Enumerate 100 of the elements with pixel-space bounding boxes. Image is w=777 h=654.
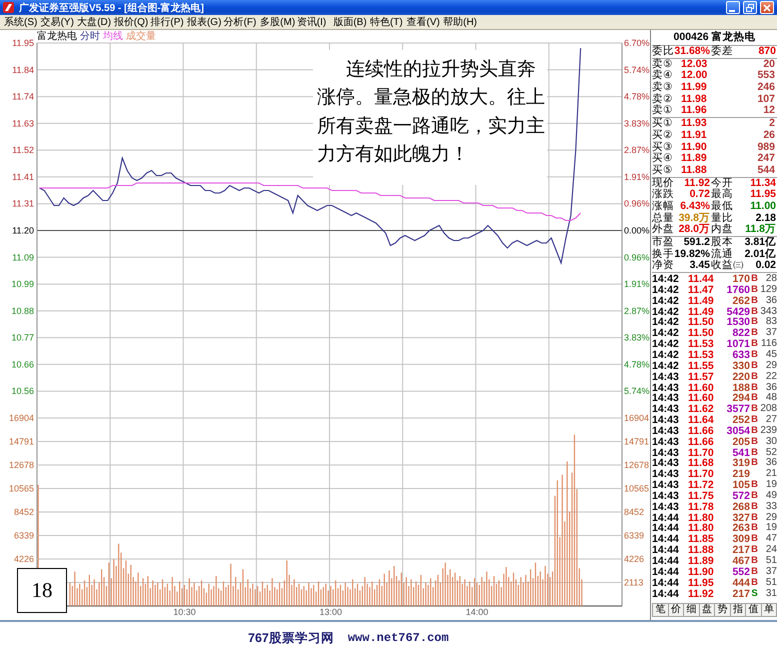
menu-item[interactable]: 交易(Y) (40, 16, 78, 28)
panel-tab[interactable]: 指 (730, 603, 745, 617)
panel-tab[interactable]: 势 (714, 603, 730, 617)
tick-volume: 552 (731, 566, 750, 578)
tick-count: 37 (764, 566, 777, 578)
panel-tab[interactable]: 盘 (698, 603, 714, 617)
legend-label: 分时 (80, 30, 100, 43)
tick-side: B (750, 490, 759, 502)
percent-axis-label: 2.87% (624, 306, 650, 316)
quote-value: 11.92 (683, 178, 710, 190)
tick-price: 11.60 (688, 393, 715, 404)
tick-price: 11.62 (688, 404, 715, 416)
ask-label: 卖④ (652, 70, 674, 82)
menu-item[interactable]: 系统(S) (4, 16, 41, 28)
tick-side: B (750, 339, 759, 350)
quote-value: 11.34 (749, 178, 776, 190)
volume-axis-label: 10565 (8, 484, 34, 494)
panel-tab[interactable]: 价 (668, 603, 683, 617)
ask-volume: 246 (756, 82, 775, 94)
tick-side: B (750, 306, 759, 318)
volume-axis-label: 6339 (624, 530, 644, 540)
ask-price: 12.03 (681, 58, 708, 70)
tick-volume: 309 (731, 534, 750, 546)
restore-button[interactable] (743, 1, 757, 14)
tick-time: 14:42 (652, 284, 680, 296)
percent-axis-label: 4.78% (624, 359, 650, 370)
tick-time: 14:44 (652, 556, 680, 567)
tick-count: 37 (764, 328, 777, 339)
tick-price: 11.50 (688, 317, 715, 328)
tick-time: 14:43 (652, 404, 680, 416)
quote-label: 内盘 (710, 224, 734, 236)
panel-tab[interactable]: 笔 (652, 603, 668, 617)
tick-time: 14:44 (652, 512, 680, 524)
quote-value: 11.95 (749, 189, 776, 201)
tick-side: B (750, 436, 759, 448)
tick-volume: 5429 (726, 306, 750, 318)
time-axis-label: 10:30 (173, 607, 196, 617)
ask-volume: 12 (762, 105, 775, 118)
tick-price: 11.68 (688, 458, 715, 470)
tick-volume: 633 (731, 350, 750, 361)
menu-item[interactable]: 多股(M) (260, 16, 297, 28)
minimize-icon (728, 10, 734, 12)
tick-volume: 219 (731, 469, 750, 480)
tick-count: 36 (764, 382, 777, 393)
bid-volume: 989 (756, 142, 775, 154)
bid-volume: 2 (768, 118, 775, 130)
tick-side: B (750, 274, 759, 285)
tick-count: 22 (764, 372, 777, 382)
tick-count: 33 (764, 502, 777, 513)
close-button[interactable] (760, 1, 774, 14)
quote-label: 净资 (652, 260, 674, 272)
tick-count: 51 (764, 556, 777, 567)
tick-price: 11.72 (688, 480, 715, 491)
price-axis-label: 11.74 (12, 92, 34, 102)
quote-label: 外盘 (652, 224, 674, 236)
menu-item[interactable]: 报价(Q) (114, 16, 150, 28)
menu-item[interactable]: 版面(B) (333, 16, 370, 28)
percent-axis-label: 3.83% (624, 332, 650, 343)
time-axis-label: 13:00 (319, 607, 342, 617)
tick-time: 14:42 (652, 339, 680, 350)
ask-volume: 553 (756, 70, 775, 82)
price-axis-label: 10.99 (11, 279, 34, 290)
menu-item[interactable]: 资讯(I) (296, 16, 334, 28)
menu-item[interactable]: 帮助(H) (443, 16, 480, 28)
menu-item[interactable]: 特色(T) (370, 16, 407, 28)
quote-label: 最高 (710, 189, 734, 200)
price-axis-label: 11.63 (12, 118, 34, 128)
panel-tab[interactable]: 细 (683, 603, 698, 617)
tick-count: 28 (764, 274, 777, 285)
quote-value: 870 (757, 46, 776, 58)
panel-tab[interactable]: 单 (760, 603, 777, 617)
menu-item[interactable]: 查看(V) (406, 16, 444, 28)
tick-time: 14:43 (652, 415, 680, 426)
minimize-button[interactable] (726, 1, 740, 14)
panel-tab[interactable]: 值 (745, 603, 760, 617)
tick-time: 14:43 (652, 393, 680, 404)
tick-time: 14:43 (652, 480, 680, 491)
price-axis-label: 10.66 (11, 359, 34, 370)
tick-side: B (750, 328, 759, 340)
legend-label: 成交量 (126, 30, 156, 43)
menu-item[interactable]: 分析(F) (224, 16, 260, 28)
tick-count: 36 (764, 458, 777, 469)
percent-axis-label: 5.74% (624, 386, 650, 396)
tick-side: S (750, 588, 759, 600)
tick-volume: 294 (731, 393, 750, 404)
menu-item[interactable]: 报表(G) (186, 16, 224, 28)
menu-item[interactable]: 排行(P) (150, 16, 187, 28)
ask-label: 卖⑤ (652, 58, 674, 70)
ask-label: 卖② (652, 94, 674, 105)
chart-title: 富龙热电 (37, 30, 77, 43)
menu-item[interactable]: 大盘(D) (77, 16, 114, 28)
tick-volume: 1071 (726, 339, 750, 350)
quote-value: 0.02 (754, 260, 776, 272)
tick-time: 14:44 (652, 523, 680, 534)
percent-axis-label: 1.91% (624, 279, 650, 290)
tick-time: 14:42 (652, 350, 680, 361)
tick-volume: 330 (731, 360, 750, 372)
tick-time: 14:42 (652, 274, 680, 285)
volume-axis-label: 16904 (624, 413, 650, 423)
tick-time: 14:43 (652, 469, 680, 480)
